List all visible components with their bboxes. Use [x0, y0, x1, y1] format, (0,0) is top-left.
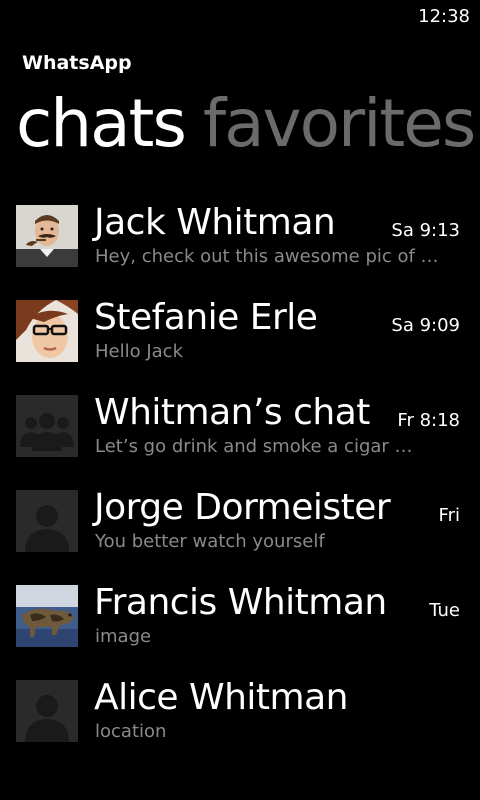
chat-item-jorge-dormeister[interactable]: Jorge Dormeister Fri You better watch yo… [16, 485, 480, 580]
app-title: WhatsApp [22, 52, 132, 74]
tab-chats[interactable]: chats [16, 85, 187, 162]
chat-name: Francis Whitman [94, 582, 387, 623]
chat-preview: Hey, check out this awesome pic of … [95, 246, 439, 267]
chat-time: Sa 9:13 [391, 220, 460, 241]
chat-name: Alice Whitman [94, 677, 349, 718]
chat-preview: image [95, 626, 152, 647]
chat-item-francis-whitman[interactable]: Francis Whitman Tue image [16, 580, 480, 675]
chat-item-jack-whitman[interactable]: Jack Whitman Sa 9:13 Hey, check out this… [16, 200, 480, 295]
chat-name: Jorge Dormeister [94, 487, 391, 528]
chat-name: Stefanie Erle [94, 297, 318, 338]
status-bar-clock: 12:38 [418, 6, 470, 27]
chat-item-whitmans-chat[interactable]: Whitman’s chat Fr 8:18 Let’s go drink an… [16, 390, 480, 485]
tab-favorites[interactable]: favorites [203, 85, 476, 162]
avatar-man-with-pipe [16, 205, 78, 267]
chat-preview: You better watch yourself [95, 531, 325, 552]
chat-list: Jack Whitman Sa 9:13 Hey, check out this… [16, 200, 480, 770]
chat-time: Fri [438, 505, 460, 526]
chat-time: Sa 9:09 [391, 315, 460, 336]
chat-preview: Hello Jack [95, 341, 184, 362]
chat-preview: location [95, 721, 167, 742]
pivot-header: chats favorites [16, 84, 480, 164]
chat-preview: Let’s go drink and smoke a cigar … [95, 436, 413, 457]
person-placeholder-icon [16, 680, 78, 742]
chat-time: Fr 8:18 [397, 410, 460, 431]
chat-item-alice-whitman[interactable]: Alice Whitman location [16, 675, 480, 770]
avatar-woman-with-glasses [16, 300, 78, 362]
avatar-dog-photo [16, 585, 78, 647]
chat-name: Jack Whitman [94, 202, 336, 243]
group-placeholder-icon [16, 395, 78, 457]
chat-name: Whitman’s chat [94, 392, 370, 433]
person-placeholder-icon [16, 490, 78, 552]
chat-item-stefanie-erle[interactable]: Stefanie Erle Sa 9:09 Hello Jack [16, 295, 480, 390]
chat-time: Tue [429, 600, 460, 621]
